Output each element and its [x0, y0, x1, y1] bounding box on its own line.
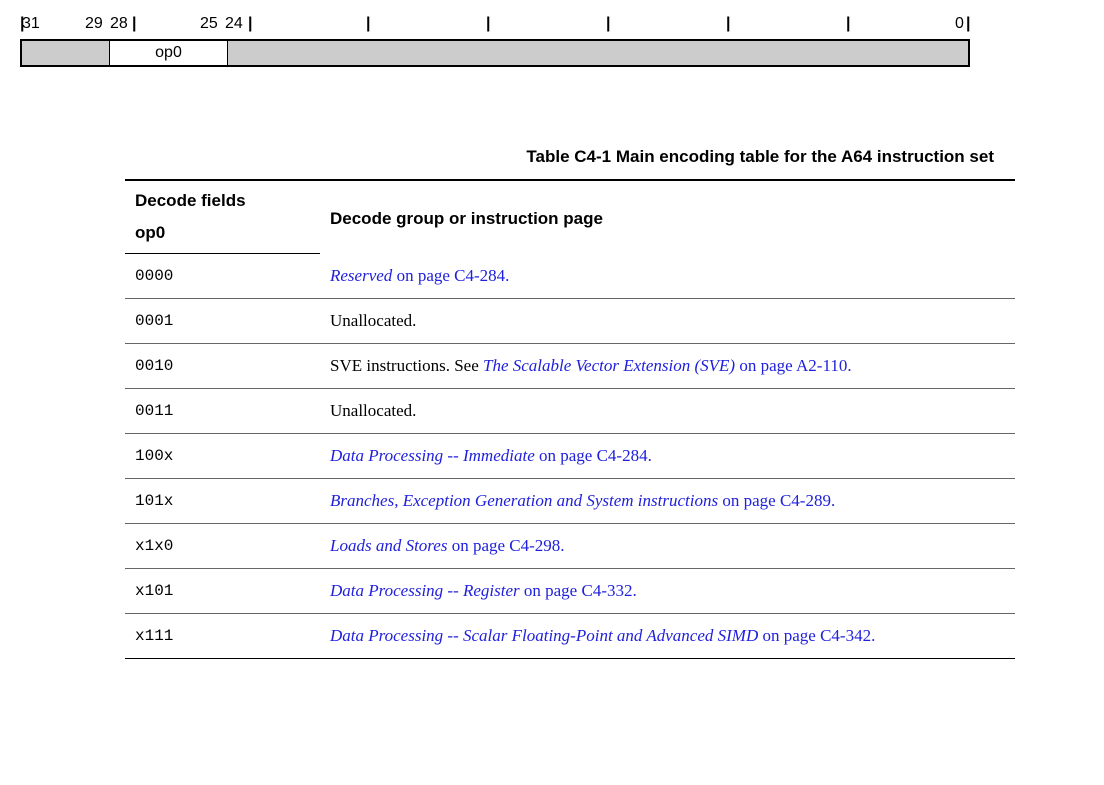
op0-value: 0001: [125, 298, 320, 343]
bit-28: 28: [110, 15, 128, 33]
decode-group-cell: Unallocated.: [320, 298, 1015, 343]
decode-group-cell: Reserved on page C4-284.: [320, 254, 1015, 299]
bit-0: 0: [955, 15, 964, 33]
table-row: 0010SVE instructions. See The Scalable V…: [125, 343, 1015, 388]
cross-ref-link[interactable]: Reserved: [330, 266, 392, 285]
op0-value: 0011: [125, 388, 320, 433]
cross-ref-link[interactable]: Data Processing -- Scalar Floating-Point…: [330, 626, 758, 645]
tick: |: [132, 15, 136, 33]
tick: |: [846, 15, 850, 33]
decode-group-cell: Data Processing -- Immediate on page C4-…: [320, 433, 1015, 478]
cross-ref-link[interactable]: The Scalable Vector Extension (SVE): [483, 356, 735, 375]
decode-group-cell: Loads and Stores on page C4-298.: [320, 523, 1015, 568]
decode-group-cell: Unallocated.: [320, 388, 1015, 433]
header-decode-group: Decode group or instruction page: [320, 180, 1015, 254]
after-link-text: on page C4-284.: [535, 446, 652, 465]
after-link-text: on page C4-284.: [392, 266, 509, 285]
op0-value: 0010: [125, 343, 320, 388]
after-link-text: on page C4-342.: [758, 626, 875, 645]
header-op0: op0: [125, 217, 320, 254]
bitfield-seg-24-0: [228, 41, 968, 65]
bitfield-diagram: op0: [20, 39, 970, 67]
prefix-text: SVE instructions. See: [330, 356, 483, 375]
bit-31: 31: [22, 15, 40, 33]
table-row: 100xData Processing -- Immediate on page…: [125, 433, 1015, 478]
tick: |: [606, 15, 610, 33]
cross-ref-link[interactable]: Data Processing -- Register: [330, 581, 520, 600]
after-link-text: on page C4-332.: [520, 581, 637, 600]
bitfield-seg-op0: op0: [110, 41, 228, 65]
table-row: 0011 Unallocated.: [125, 388, 1015, 433]
tick: |: [486, 15, 490, 33]
header-decode-fields: Decode fields: [125, 180, 320, 217]
after-link-text: on page C4-289.: [718, 491, 835, 510]
bit-index-labels: 31 29 28 25 24 0 | | | | | | | | |: [20, 15, 970, 37]
op0-value: x111: [125, 613, 320, 658]
decode-group-cell: Data Processing -- Register on page C4-3…: [320, 568, 1015, 613]
cross-ref-link[interactable]: Loads and Stores: [330, 536, 447, 555]
tick: |: [366, 15, 370, 33]
op0-value: 101x: [125, 478, 320, 523]
plain-text: Unallocated.: [330, 401, 416, 420]
table-row: 0001 Unallocated.: [125, 298, 1015, 343]
encoding-table: Decode fields Decode group or instructio…: [125, 179, 1015, 659]
op0-value: x101: [125, 568, 320, 613]
table-row: x111 Data Processing -- Scalar Floating-P…: [125, 613, 1015, 658]
table-row: 0000Reserved on page C4-284.: [125, 254, 1015, 299]
decode-group-cell: Data Processing -- Scalar Floating-Point…: [320, 613, 1015, 658]
bit-29: 29: [85, 15, 103, 33]
bit-24: 24: [225, 15, 243, 33]
after-link-text: on page A2-110.: [735, 356, 851, 375]
after-link-text: on page C4-298.: [447, 536, 564, 555]
tick: |: [726, 15, 730, 33]
tick: |: [966, 15, 970, 33]
op0-value: x1x0: [125, 523, 320, 568]
decode-group-cell: Branches, Exception Generation and Syste…: [320, 478, 1015, 523]
op0-value: 100x: [125, 433, 320, 478]
cross-ref-link[interactable]: Data Processing -- Immediate: [330, 446, 535, 465]
decode-group-cell: SVE instructions. See The Scalable Vecto…: [320, 343, 1015, 388]
tick: |: [20, 15, 24, 33]
op0-value: 0000: [125, 254, 320, 299]
bitfield-seg-31-29: [22, 41, 110, 65]
table-row: 101x Branches, Exception Generation and S…: [125, 478, 1015, 523]
table-row: x101Data Processing -- Register on page …: [125, 568, 1015, 613]
table-row: x1x0Loads and Stores on page C4-298.: [125, 523, 1015, 568]
bit-25: 25: [200, 15, 218, 33]
plain-text: Unallocated.: [330, 311, 416, 330]
table-caption: Table C4-1 Main encoding table for the A…: [20, 147, 994, 167]
cross-ref-link[interactable]: Branches, Exception Generation and Syste…: [330, 491, 718, 510]
tick: |: [248, 15, 252, 33]
